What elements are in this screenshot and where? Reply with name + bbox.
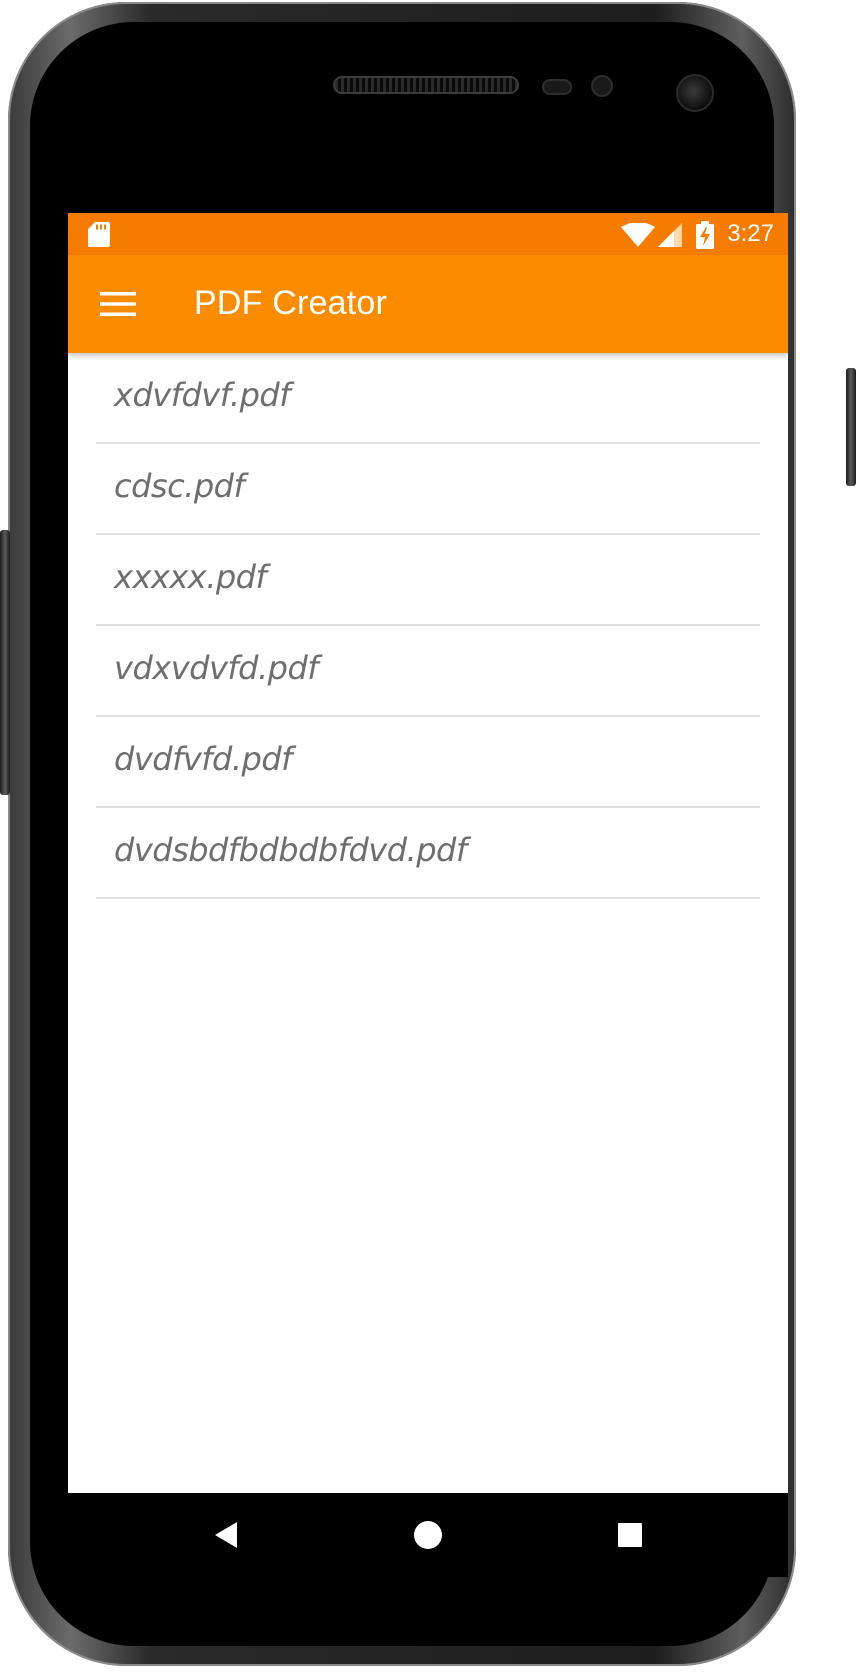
proximity-sensor	[542, 79, 572, 95]
cell-signal-icon	[658, 223, 682, 247]
navigation-bar	[68, 1493, 788, 1577]
file-name: dvdfvfd.pdf	[114, 740, 292, 778]
list-item[interactable]: vdxvdvfd.pdf	[96, 626, 760, 717]
earpiece-speaker	[333, 76, 519, 94]
app-title: PDF Creator	[194, 284, 388, 322]
status-bar: 3:27	[68, 213, 788, 255]
power-button	[846, 368, 856, 486]
list-item[interactable]: dvdfvfd.pdf	[96, 717, 760, 808]
back-button[interactable]	[198, 1507, 254, 1563]
file-name: dvdsbdfbdbdbfdvd.pdf	[114, 831, 467, 869]
screen: 3:27 PDF Creator xdvfdvf.pdf cdsc.pdf xx…	[68, 213, 788, 1493]
file-name: xdvfdvf.pdf	[114, 376, 290, 414]
list-item[interactable]: dvdsbdfbdbdbfdvd.pdf	[96, 808, 760, 899]
home-button[interactable]	[400, 1507, 456, 1563]
battery-charging-icon	[696, 221, 714, 249]
list-item[interactable]: xxxxx.pdf	[96, 535, 760, 626]
menu-button[interactable]	[86, 272, 150, 336]
list-item[interactable]: xdvfdvf.pdf	[96, 353, 760, 444]
app-bar: PDF Creator	[68, 255, 788, 353]
file-name: xxxxx.pdf	[114, 558, 267, 596]
file-list: xdvfdvf.pdf cdsc.pdf xxxxx.pdf vdxvdvfd.…	[96, 353, 760, 899]
volume-button	[0, 530, 10, 795]
recent-apps-button[interactable]	[602, 1507, 658, 1563]
file-name: cdsc.pdf	[114, 467, 245, 505]
wifi-icon	[621, 223, 655, 247]
home-icon	[414, 1521, 442, 1549]
back-icon	[215, 1522, 237, 1548]
light-sensor	[591, 75, 613, 97]
file-name: vdxvdvfd.pdf	[114, 649, 319, 687]
recent-apps-icon	[618, 1523, 642, 1547]
hamburger-menu-icon	[100, 292, 136, 316]
front-camera	[676, 74, 714, 112]
list-item[interactable]: cdsc.pdf	[96, 444, 760, 535]
sd-card-icon	[88, 222, 110, 247]
status-time: 3:27	[727, 220, 774, 247]
